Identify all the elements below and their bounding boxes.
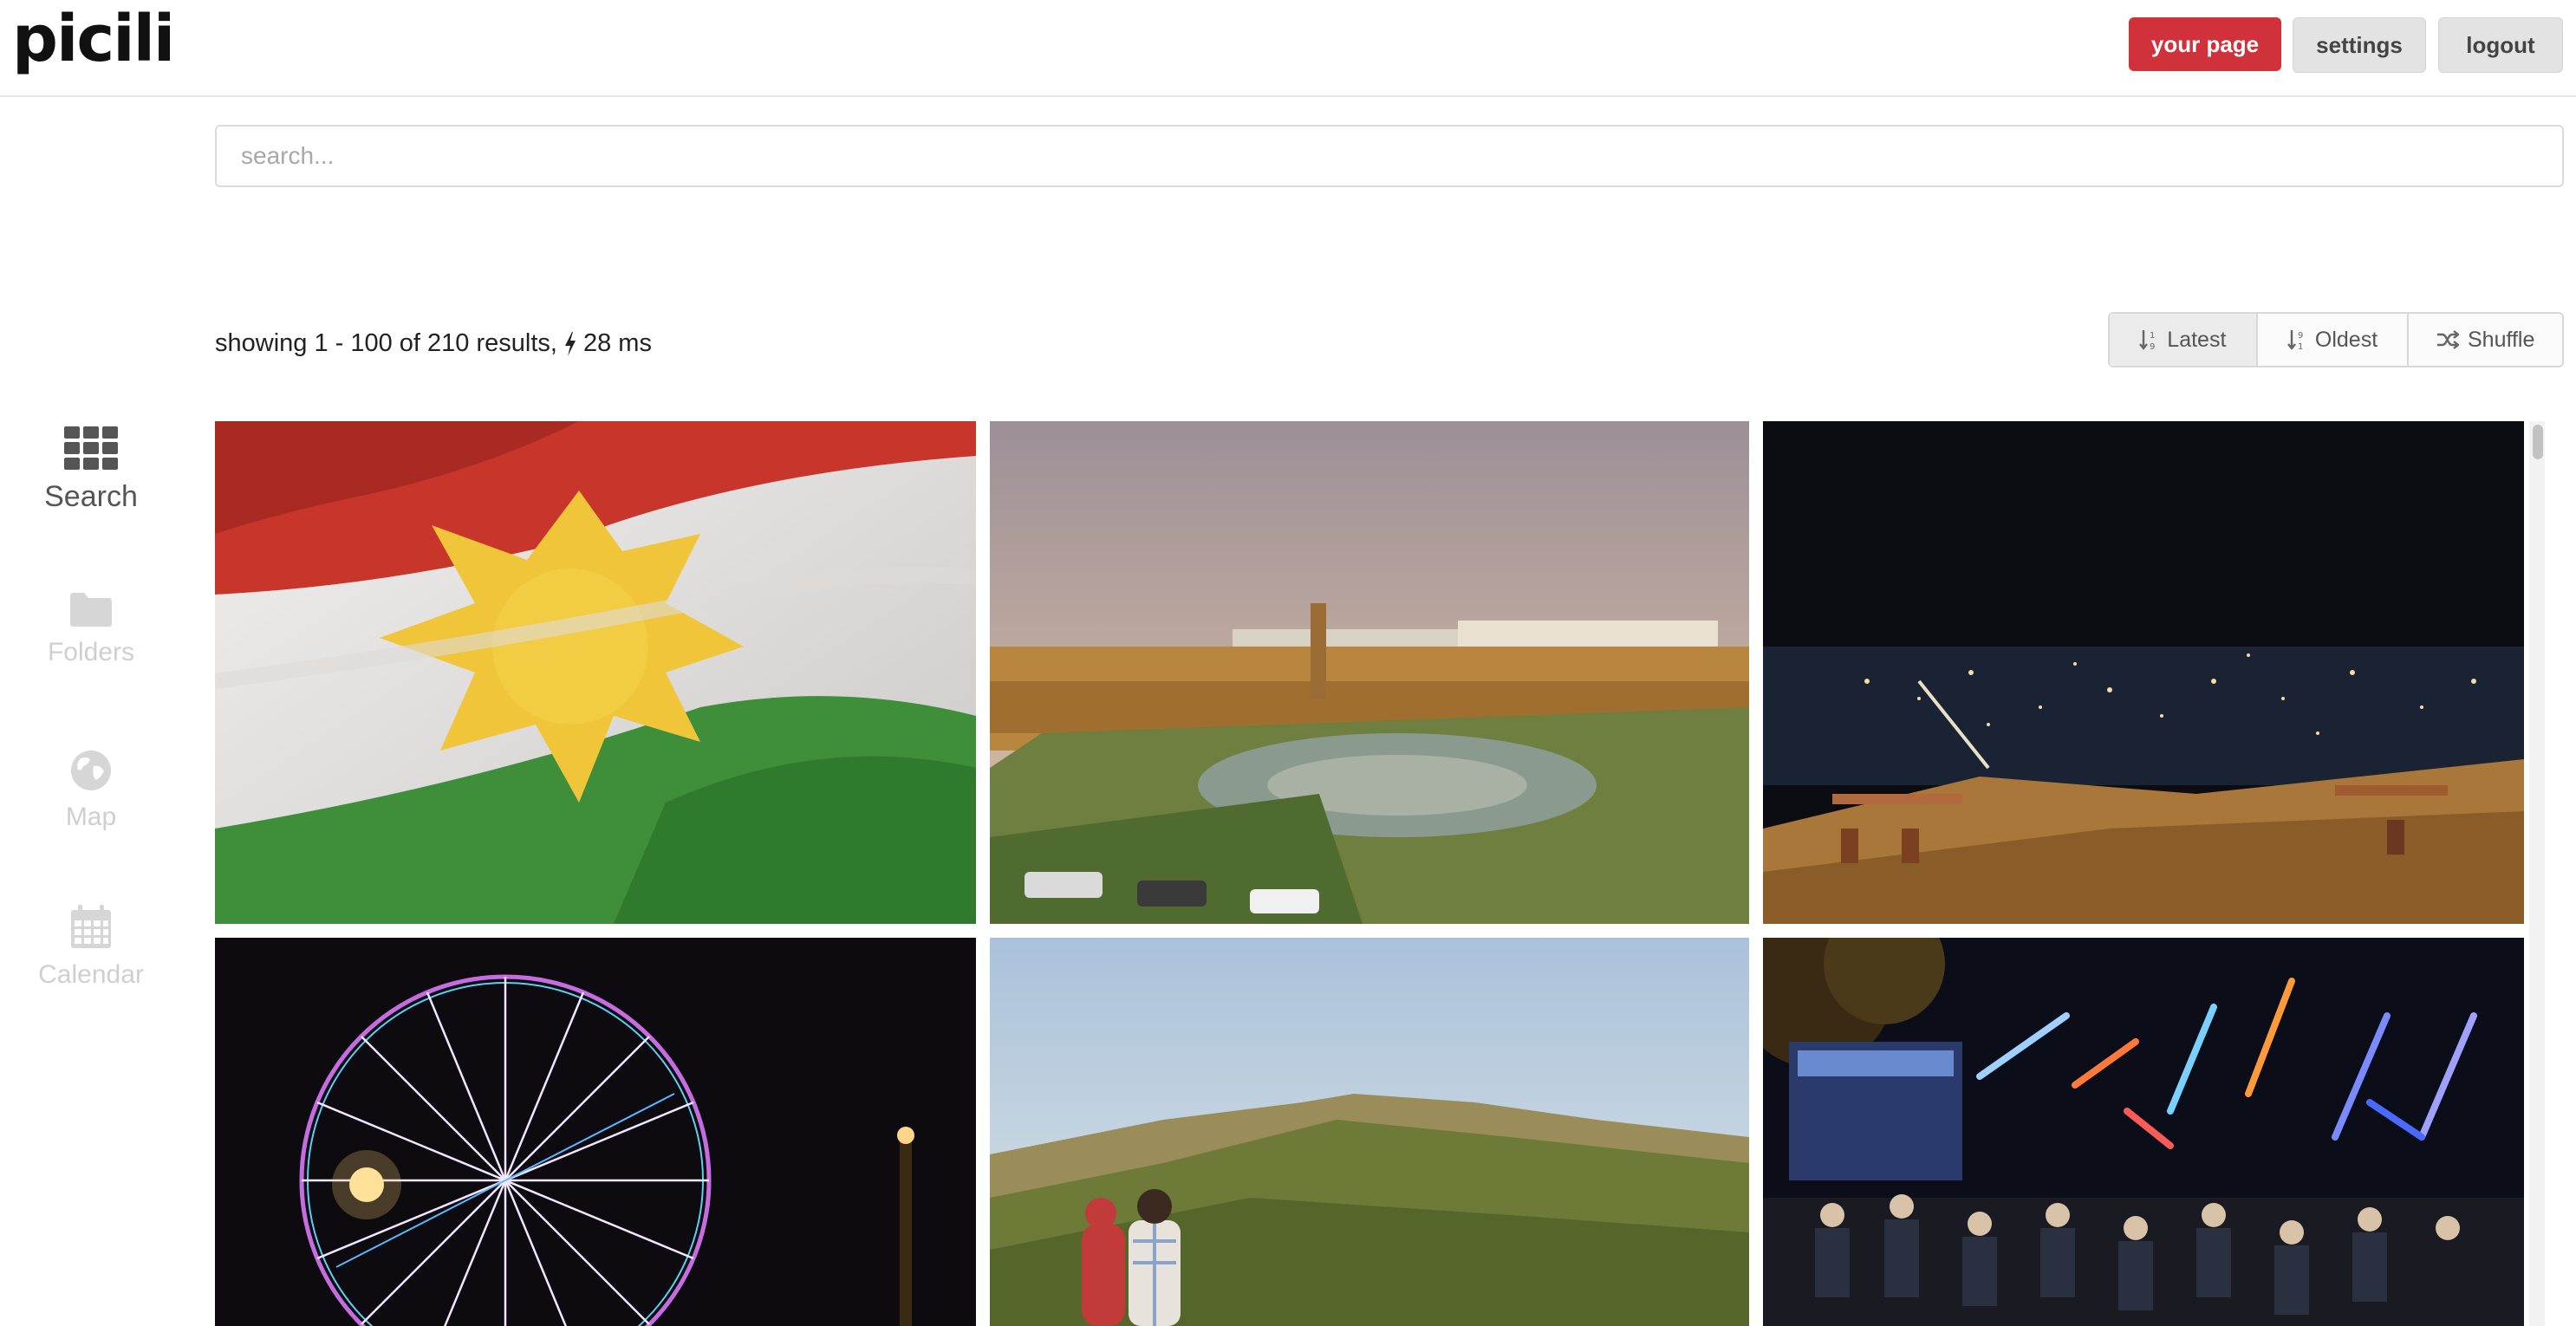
results-summary: showing 1 - 100 of 210 results, 28 ms xyxy=(215,329,652,358)
photo-flag-image xyxy=(215,421,976,924)
photo-city-night-image xyxy=(1763,421,2524,924)
sort-button-group: 1 9 Latest 9 1 Oldest Shuffle xyxy=(2108,312,2564,367)
results-time-text: 28 ms xyxy=(582,329,652,357)
folder-icon xyxy=(70,593,112,627)
sidebar-item-calendar[interactable]: Calendar xyxy=(0,905,182,990)
photo-neon-cafe-image xyxy=(1763,938,2524,1326)
grid-icon xyxy=(64,426,118,470)
photo-tile[interactable] xyxy=(215,938,976,1326)
svg-text:9: 9 xyxy=(2150,342,2155,351)
photo-ferris-wheel-image xyxy=(215,938,976,1326)
sort-desc-icon: 1 9 xyxy=(2139,330,2156,351)
photo-tile[interactable] xyxy=(215,421,976,924)
sort-shuffle-button[interactable]: Shuffle xyxy=(2409,314,2562,366)
photo-tile[interactable] xyxy=(1763,421,2524,924)
logout-button[interactable]: logout xyxy=(2438,17,2563,73)
settings-button[interactable]: settings xyxy=(2293,17,2426,73)
svg-text:9: 9 xyxy=(2298,331,2303,341)
your-page-button[interactable]: your page xyxy=(2129,17,2281,71)
globe-icon xyxy=(71,751,111,790)
sidebar-item-search[interactable]: Search xyxy=(0,426,182,514)
photo-hills-image xyxy=(990,938,1749,1326)
svg-text:1: 1 xyxy=(2298,342,2303,351)
lightning-icon xyxy=(564,331,576,356)
sort-latest-button[interactable]: 1 9 Latest xyxy=(2110,314,2258,366)
gallery-scrollbar-thumb[interactable] xyxy=(2533,425,2543,459)
sort-shuffle-label: Shuffle xyxy=(2468,327,2535,352)
top-bar: picili your page settings logout xyxy=(0,0,2576,97)
sidebar-label-calendar: Calendar xyxy=(38,960,144,989)
photo-tile[interactable] xyxy=(990,938,1749,1326)
sort-latest-label: Latest xyxy=(2167,327,2227,352)
sidebar-label-search: Search xyxy=(44,480,138,513)
search-input[interactable] xyxy=(215,125,2564,187)
photo-tile[interactable] xyxy=(1763,938,2524,1326)
photo-tile[interactable] xyxy=(990,421,1749,924)
sidebar-item-map[interactable]: Map xyxy=(0,749,182,832)
app-logo[interactable]: picili xyxy=(12,2,175,76)
calendar-icon xyxy=(71,905,111,948)
shuffle-icon xyxy=(2437,330,2459,349)
gallery-scrollbar-track[interactable] xyxy=(2529,421,2545,1326)
sort-asc-icon: 9 1 xyxy=(2287,330,2303,351)
sidebar-label-map: Map xyxy=(65,803,117,831)
photo-city-square-image xyxy=(990,421,1749,924)
sidebar-label-folders: Folders xyxy=(47,638,135,666)
sidebar-item-folders[interactable]: Folders xyxy=(0,591,182,667)
results-count-text: showing 1 - 100 of 210 results, xyxy=(215,329,557,357)
sort-oldest-label: Oldest xyxy=(2314,327,2378,352)
sort-oldest-button[interactable]: 9 1 Oldest xyxy=(2258,314,2410,366)
svg-text:1: 1 xyxy=(2150,331,2155,341)
